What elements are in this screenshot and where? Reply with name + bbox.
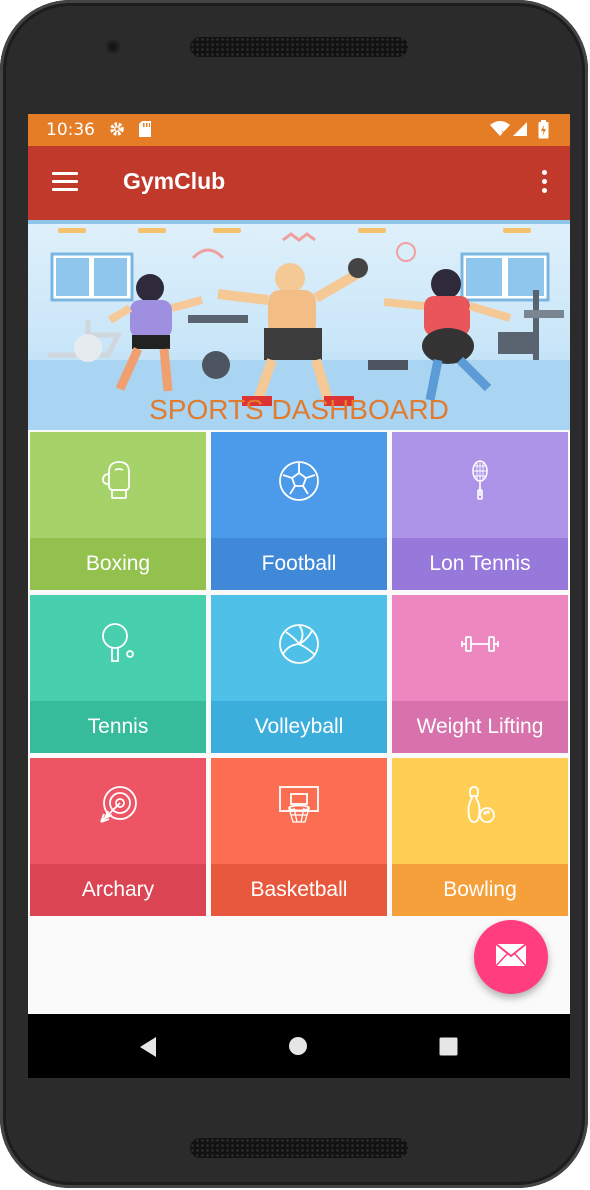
status-time: 10:36 — [46, 120, 95, 140]
recents-icon[interactable] — [439, 1037, 458, 1060]
tile-weight-lifting[interactable]: Weight Lifting — [392, 595, 568, 753]
app-title: GymClub — [123, 168, 226, 194]
top-speaker — [190, 37, 408, 57]
home-icon[interactable] — [288, 1036, 308, 1060]
tennis-racket-icon — [457, 458, 503, 504]
tile-label: Bowling — [392, 864, 568, 916]
tile-label: Tennis — [30, 701, 206, 753]
boxing-glove-icon — [95, 458, 141, 504]
sports-grid: Boxing Football Lon Tennis Tennis Volley… — [30, 432, 570, 918]
navigation-bar — [28, 1014, 570, 1078]
tile-label: Archary — [30, 864, 206, 916]
front-camera — [106, 40, 120, 54]
tile-bowling[interactable]: Bowling — [392, 758, 568, 916]
phone-frame: 10:36 x GymClub SPORTS DASHBOARD Boxing … — [0, 0, 588, 1188]
app-bar: GymClub — [28, 146, 570, 220]
tile-label: Weight Lifting — [392, 701, 568, 753]
screen: 10:36 x GymClub SPORTS DASHBOARD Boxing … — [28, 114, 570, 1078]
bottom-speaker — [190, 1138, 408, 1158]
volleyball-icon — [276, 621, 322, 667]
table-tennis-icon — [95, 621, 141, 667]
tile-volleyball[interactable]: Volleyball — [211, 595, 387, 753]
hamburger-menu-icon[interactable] — [52, 172, 78, 192]
tile-archary[interactable]: Archary — [30, 758, 206, 916]
sd-card-icon — [138, 120, 152, 142]
tile-label: Football — [211, 538, 387, 590]
status-bar: 10:36 x — [28, 114, 570, 146]
bowling-icon — [457, 784, 503, 830]
gear-icon — [108, 120, 126, 142]
tile-lon-tennis[interactable]: Lon Tennis — [392, 432, 568, 590]
back-icon[interactable] — [138, 1036, 158, 1062]
basketball-hoop-icon — [276, 784, 322, 830]
archery-target-icon — [95, 784, 141, 830]
football-icon — [276, 458, 322, 504]
mail-icon — [495, 943, 527, 971]
tile-label: Boxing — [30, 538, 206, 590]
dumbbell-icon — [457, 621, 503, 667]
battery-icon — [538, 120, 549, 143]
signal-icon — [512, 120, 528, 142]
tile-football[interactable]: Football — [211, 432, 387, 590]
tile-basketball[interactable]: Basketball — [211, 758, 387, 916]
mail-fab-button[interactable] — [474, 920, 548, 994]
banner-title: SPORTS DASHBOARD — [149, 394, 449, 425]
wifi-icon: x — [490, 120, 510, 142]
tile-label: Basketball — [211, 864, 387, 916]
tile-boxing[interactable]: Boxing — [30, 432, 206, 590]
svg-text:x: x — [501, 128, 506, 137]
tile-label: Lon Tennis — [392, 538, 568, 590]
tile-label: Volleyball — [211, 701, 387, 753]
banner-image: SPORTS DASHBOARD — [28, 220, 570, 430]
overflow-menu-icon[interactable] — [540, 170, 548, 196]
tile-tennis[interactable]: Tennis — [30, 595, 206, 753]
